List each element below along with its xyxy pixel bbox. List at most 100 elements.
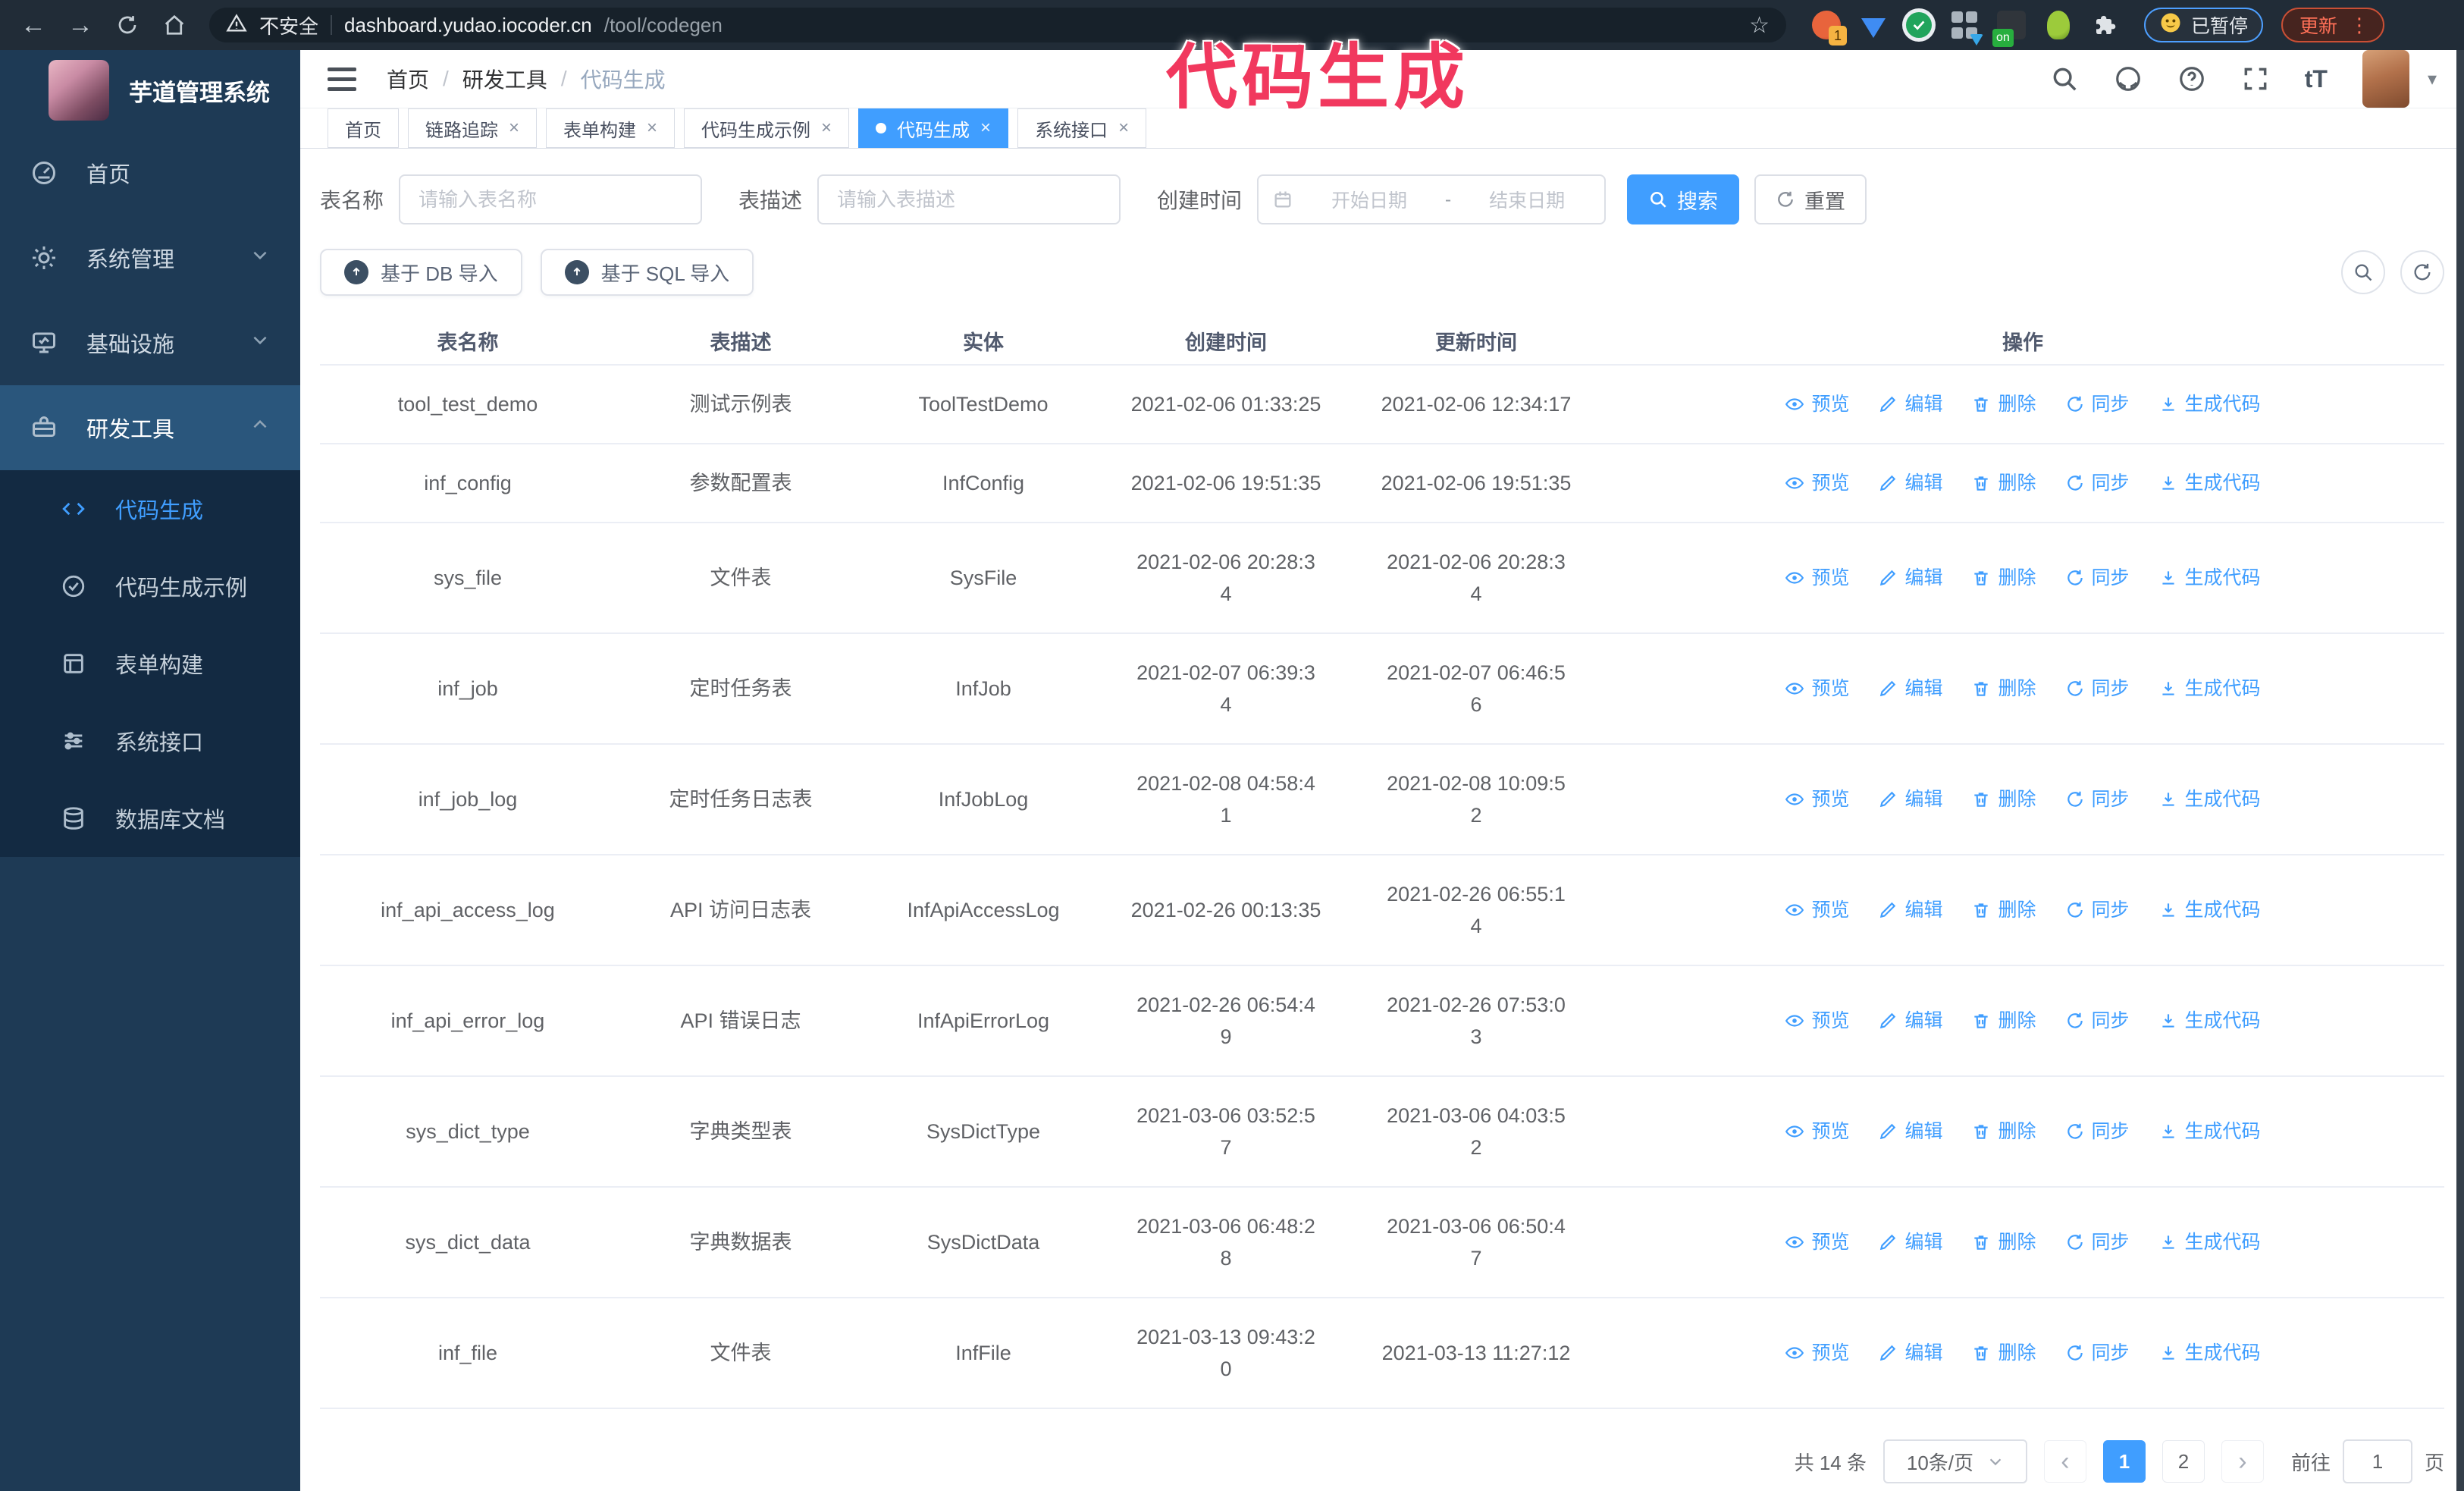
search-icon[interactable] <box>2050 64 2079 93</box>
delete-link[interactable]: 删除 <box>1971 1005 2036 1037</box>
preview-link[interactable]: 预览 <box>1785 894 1849 926</box>
reset-button[interactable]: 重置 <box>1754 174 1867 224</box>
generate-code-link[interactable]: 生成代码 <box>2158 1005 2261 1037</box>
sidebar-item-codegen[interactable]: 代码生成 <box>0 470 300 548</box>
tab-codegen-example[interactable]: 代码生成示例 × <box>684 108 850 148</box>
next-page-button[interactable]: › <box>2221 1440 2264 1483</box>
scrollbar[interactable] <box>2456 50 2464 1491</box>
sync-link[interactable]: 同步 <box>2065 894 2130 926</box>
help-icon[interactable] <box>2177 64 2206 93</box>
preview-link[interactable]: 预览 <box>1785 1005 1849 1037</box>
delete-link[interactable]: 删除 <box>1971 783 2036 815</box>
font-size-icon[interactable]: tT <box>2305 65 2328 93</box>
edit-link[interactable]: 编辑 <box>1878 467 1942 499</box>
preview-link[interactable]: 预览 <box>1785 1337 1849 1369</box>
edit-link[interactable]: 编辑 <box>1878 1116 1942 1147</box>
sync-link[interactable]: 同步 <box>2065 467 2130 499</box>
preview-link[interactable]: 预览 <box>1785 1226 1849 1258</box>
close-icon[interactable]: × <box>509 119 519 137</box>
sync-link[interactable]: 同步 <box>2065 1337 2130 1369</box>
tab-codegen[interactable]: 代码生成 × <box>858 108 1009 148</box>
sync-link[interactable]: 同步 <box>2065 562 2130 594</box>
close-icon[interactable]: × <box>980 119 991 137</box>
refresh-table-button[interactable] <box>2400 250 2444 294</box>
bookmark-star-icon[interactable]: ☆ <box>1749 12 1770 39</box>
sidebar-item-dev-tools[interactable]: 研发工具 <box>0 385 300 470</box>
delete-link[interactable]: 删除 <box>1971 467 2036 499</box>
preview-link[interactable]: 预览 <box>1785 388 1849 420</box>
goto-page-input[interactable] <box>2342 1439 2412 1483</box>
delete-link[interactable]: 删除 <box>1971 388 2036 420</box>
preview-link[interactable]: 预览 <box>1785 783 1849 815</box>
preview-link[interactable]: 预览 <box>1785 1116 1849 1147</box>
close-icon[interactable]: × <box>1118 119 1129 137</box>
extension-icon[interactable] <box>2044 11 2073 39</box>
extension-icon[interactable] <box>1859 11 1888 39</box>
fullscreen-icon[interactable] <box>2241 64 2270 93</box>
edit-link[interactable]: 编辑 <box>1878 894 1942 926</box>
sidebar-item-codegen-example[interactable]: 代码生成示例 <box>0 548 300 625</box>
address-bar[interactable]: 不安全 dashboard.yudao.iocoder.cn/tool/code… <box>209 8 1786 42</box>
sidebar-item-db-docs[interactable]: 数据库文档 <box>0 780 300 857</box>
browser-reload-icon[interactable] <box>106 6 149 44</box>
import-db-button[interactable]: 基于 DB 导入 <box>320 249 522 296</box>
sync-link[interactable]: 同步 <box>2065 673 2130 705</box>
sidebar-item-system-api[interactable]: 系统接口 <box>0 702 300 780</box>
breadcrumb-dev-tools[interactable]: 研发工具 <box>462 64 547 94</box>
sidebar-item-home[interactable]: 首页 <box>0 130 300 215</box>
edit-link[interactable]: 编辑 <box>1878 1337 1942 1369</box>
table-name-input[interactable] <box>399 174 703 224</box>
hide-search-button[interactable] <box>2341 250 2385 294</box>
delete-link[interactable]: 删除 <box>1971 1337 2036 1369</box>
security-label[interactable]: 不安全 <box>259 11 318 39</box>
preview-link[interactable]: 预览 <box>1785 467 1849 499</box>
browser-back-icon[interactable]: ← <box>12 6 55 44</box>
generate-code-link[interactable]: 生成代码 <box>2158 467 2261 499</box>
extension-icon[interactable]: 1 <box>1812 11 1847 46</box>
generate-code-link[interactable]: 生成代码 <box>2158 783 2261 815</box>
close-icon[interactable]: × <box>821 119 832 137</box>
preview-link[interactable]: 预览 <box>1785 562 1849 594</box>
generate-code-link[interactable]: 生成代码 <box>2158 1337 2261 1369</box>
import-sql-button[interactable]: 基于 SQL 导入 <box>540 249 754 296</box>
delete-link[interactable]: 删除 <box>1971 1116 2036 1147</box>
preview-link[interactable]: 预览 <box>1785 673 1849 705</box>
generate-code-link[interactable]: 生成代码 <box>2158 673 2261 705</box>
tab-form-builder[interactable]: 表单构建 × <box>546 108 676 148</box>
create-time-range-picker[interactable]: 开始日期 - 结束日期 <box>1257 174 1607 224</box>
generate-code-link[interactable]: 生成代码 <box>2158 388 2261 420</box>
sidebar-item-form-builder[interactable]: 表单构建 <box>0 625 300 702</box>
delete-link[interactable]: 删除 <box>1971 562 2036 594</box>
page-size-select[interactable]: 10条/页 <box>1882 1439 2027 1483</box>
generate-code-link[interactable]: 生成代码 <box>2158 1226 2261 1258</box>
table-desc-input[interactable] <box>817 174 1121 224</box>
page-button-1[interactable]: 1 <box>2102 1440 2146 1483</box>
sync-link[interactable]: 同步 <box>2065 783 2130 815</box>
browser-profile-chip[interactable]: 已暂停 <box>2144 8 2264 42</box>
browser-forward-icon[interactable]: → <box>59 6 102 44</box>
user-avatar[interactable] <box>2362 50 2409 108</box>
extension-icon[interactable] <box>1906 12 1932 38</box>
close-icon[interactable]: × <box>647 119 657 137</box>
edit-link[interactable]: 编辑 <box>1878 562 1942 594</box>
delete-link[interactable]: 删除 <box>1971 894 2036 926</box>
tab-system-api[interactable]: 系统接口 × <box>1017 108 1147 148</box>
generate-code-link[interactable]: 生成代码 <box>2158 894 2261 926</box>
more-menu-icon[interactable]: ⋮ <box>2350 14 2369 37</box>
page-button-2[interactable]: 2 <box>2161 1440 2205 1483</box>
edit-link[interactable]: 编辑 <box>1878 1226 1942 1258</box>
browser-update-button[interactable]: 更新 ⋮ <box>2281 8 2385 42</box>
github-icon[interactable] <box>2114 64 2143 93</box>
edit-link[interactable]: 编辑 <box>1878 388 1942 420</box>
extension-icon[interactable] <box>1950 11 1983 46</box>
sidebar-item-infra[interactable]: 基础设施 <box>0 300 300 385</box>
delete-link[interactable]: 删除 <box>1971 673 2036 705</box>
tab-home[interactable]: 首页 <box>328 108 399 148</box>
sidebar-toggle-icon[interactable] <box>328 67 356 91</box>
generate-code-link[interactable]: 生成代码 <box>2158 562 2261 594</box>
edit-link[interactable]: 编辑 <box>1878 783 1942 815</box>
start-date-placeholder[interactable]: 开始日期 <box>1306 186 1433 213</box>
caret-down-icon[interactable]: ▾ <box>2428 68 2437 90</box>
extension-icon[interactable]: on <box>1992 11 2026 47</box>
sync-link[interactable]: 同步 <box>2065 1226 2130 1258</box>
